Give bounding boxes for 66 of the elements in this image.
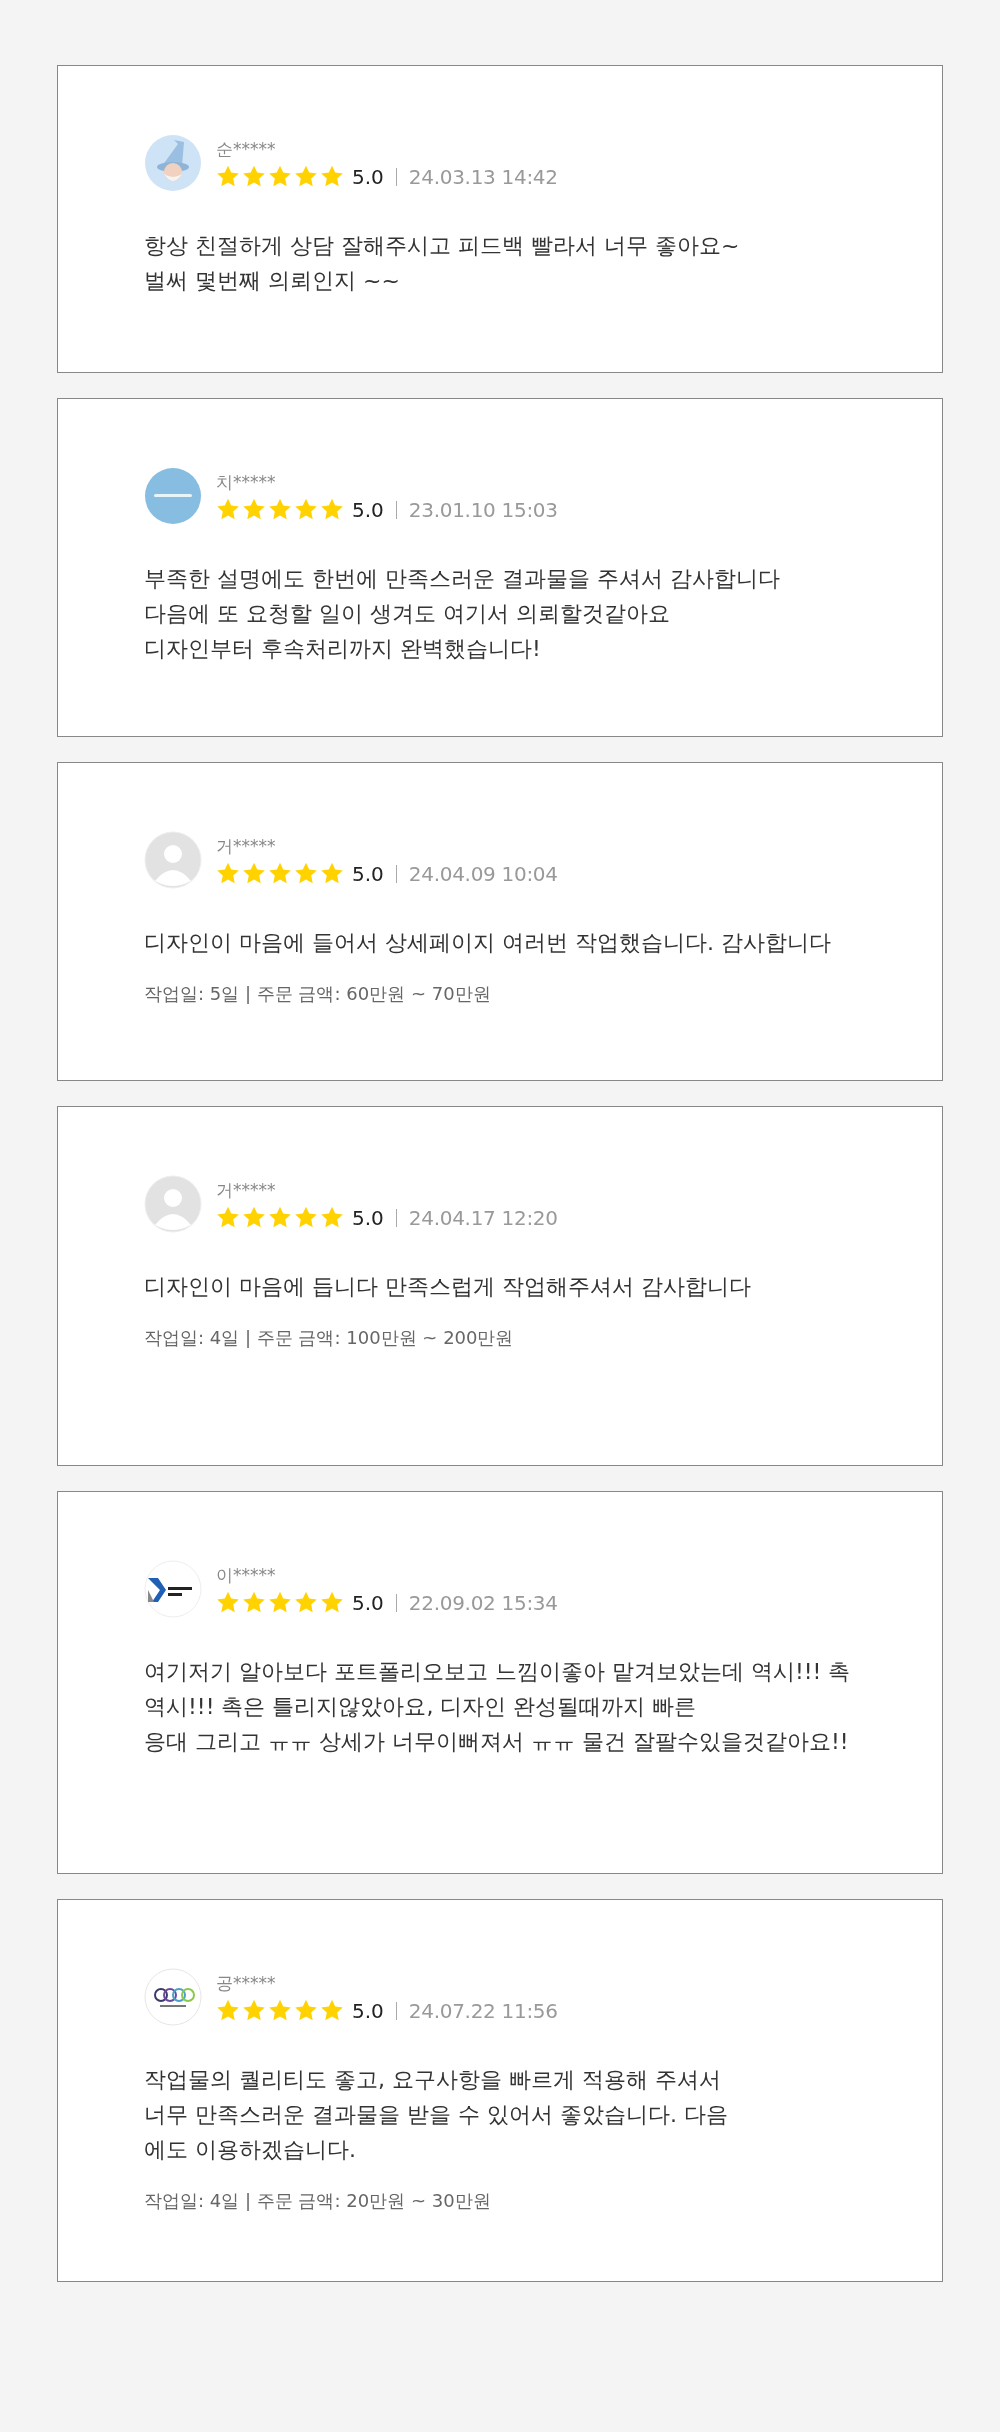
star-icon	[216, 498, 240, 521]
review-text: 너무 만족스러운 결과물을 받을 수 있어서 좋았습니다. 다음	[144, 2101, 729, 2129]
star-icon	[242, 1591, 266, 1614]
star-icon	[242, 862, 266, 885]
review-date: 24.03.13 14:42	[408, 164, 558, 189]
rating-score: 5.0	[352, 1205, 384, 1230]
star-icon	[216, 1999, 240, 2022]
review-text: 응대 그리고 ㅠㅠ 상세가 너무이뻐져서 ㅠㅠ 물건 잘팔수있을것같아요!!	[144, 1728, 850, 1756]
star-icon	[294, 862, 318, 885]
reviewer-name: 이*****	[216, 1563, 277, 1587]
star-icon	[268, 498, 292, 521]
reviewer-name: 공*****	[216, 1971, 277, 1995]
review-date: 23.01.10 15:03	[408, 497, 558, 522]
star-icon	[320, 1999, 344, 2022]
star-icon	[268, 862, 292, 885]
star-icon	[216, 1591, 240, 1614]
star-icon	[294, 498, 318, 521]
star-icon	[294, 1999, 318, 2022]
rating-score: 5.0	[352, 497, 384, 522]
star-icon	[320, 862, 344, 885]
star-icon	[320, 165, 344, 188]
star-icon	[242, 1206, 266, 1229]
star-icon	[216, 165, 240, 188]
reviewer-name: 거*****	[216, 834, 277, 858]
star-icon	[320, 498, 344, 521]
review-text: 벌써 몇번째 의뢰인지 ~~	[144, 267, 401, 295]
star-icon	[268, 1591, 292, 1614]
reviewer-name: 순*****	[216, 137, 277, 161]
review-date: 22.09.02 15:34	[408, 1590, 558, 1615]
rating-score: 5.0	[352, 164, 384, 189]
star-icon	[242, 165, 266, 188]
review-date: 24.07.22 11:56	[408, 1998, 558, 2023]
star-icon	[320, 1591, 344, 1614]
review-text: 항상 친절하게 상담 잘해주시고 피드백 빨라서 너무 좋아요~	[144, 232, 741, 260]
review-text: 에도 이용하겠습니다.	[144, 2136, 357, 2164]
rating-score: 5.0	[352, 1590, 384, 1615]
review-text: 여기저기 알아보다 포트폴리오보고 느낌이좋아 맡겨보았는데 역시!!! 촉	[144, 1658, 852, 1686]
rating-score: 5.0	[352, 861, 384, 886]
review-date: 24.04.09 10:04	[408, 861, 558, 886]
star-icon	[320, 1206, 344, 1229]
review-text: 부족한 설명에도 한번에 만족스러운 결과물을 주셔서 감사합니다	[144, 565, 781, 593]
star-icon	[268, 1999, 292, 2022]
star-icon	[268, 1206, 292, 1229]
star-icon	[294, 1206, 318, 1229]
star-icon	[242, 498, 266, 521]
star-icon	[216, 862, 240, 885]
reviewer-name: 거*****	[216, 1178, 277, 1202]
star-icon	[268, 165, 292, 188]
review-text: 다음에 또 요청할 일이 생겨도 여기서 의뢰할것같아요	[144, 600, 671, 628]
star-icon	[294, 165, 318, 188]
review-text: 디자인이 마음에 들어서 상세페이지 여러번 작업했습니다. 감사합니다	[144, 929, 832, 957]
order-info: 작업일: 5일 | 주문 금액: 60만원 ~ 70만원	[144, 982, 492, 1006]
order-info: 작업일: 4일 | 주문 금액: 100만원 ~ 200만원	[144, 1326, 515, 1350]
avatar-icon	[144, 831, 202, 889]
review-text: 디자인부터 후속처리까지 완벽했습니다!	[144, 635, 542, 663]
review-text: 디자인이 마음에 듭니다 만족스럽게 작업해주셔서 감사합니다	[144, 1273, 752, 1301]
star-icon	[294, 1591, 318, 1614]
review-text: 작업물의 퀄리티도 좋고, 요구사항을 빠르게 적용해 주셔서	[144, 2066, 722, 2094]
avatar-icon	[144, 1175, 202, 1233]
review-date: 24.04.17 12:20	[408, 1205, 558, 1230]
reviewer-name: 치*****	[216, 470, 277, 494]
order-info: 작업일: 4일 | 주문 금액: 20만원 ~ 30만원	[144, 2189, 492, 2213]
star-icon	[242, 1999, 266, 2022]
star-icon	[216, 1206, 240, 1229]
rating-score: 5.0	[352, 1998, 384, 2023]
review-text: 역시!!! 촉은 틀리지않았아요, 디자인 완성될때까지 빠른	[144, 1693, 698, 1721]
